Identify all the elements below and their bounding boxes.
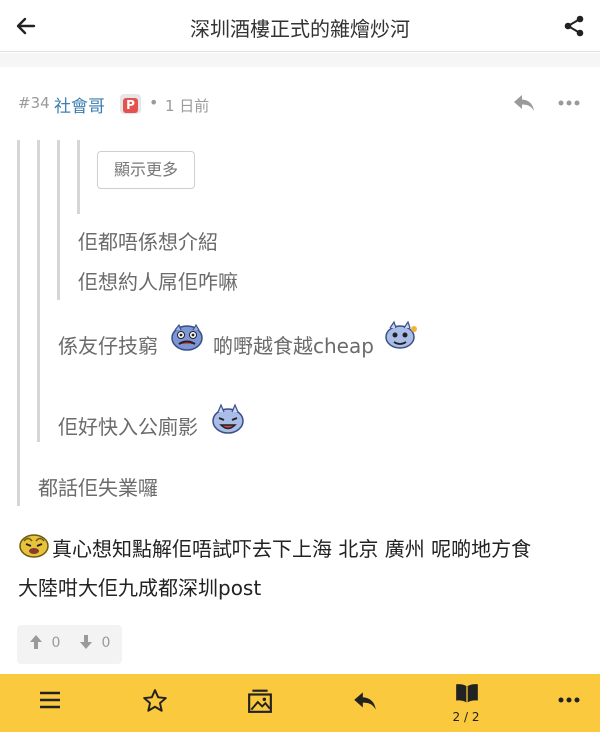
downvote-button[interactable]: 0: [79, 634, 110, 651]
downvote-count: 0: [101, 635, 111, 651]
quote-text-level3-line2: 佢想約人屌佢咋嘛: [78, 270, 238, 294]
more-options-button[interactable]: [556, 92, 582, 114]
share-button[interactable]: [560, 12, 588, 40]
arrow-down-icon: [80, 635, 92, 649]
quote-text-level3-line1: 佢都唔係想介紹: [78, 230, 218, 254]
post-number: #34: [18, 94, 50, 112]
page-title: 深圳酒樓正式的雜燴炒河: [190, 17, 410, 41]
post-time: 1 日前: [165, 97, 210, 115]
angry-face-emoticon-icon: [171, 323, 203, 351]
section-divider: [0, 53, 600, 67]
vote-bar: 0 0: [17, 625, 122, 664]
more-horizontal-icon: [558, 697, 580, 703]
upvote-count: 0: [51, 635, 61, 651]
top-bar: 深圳酒樓正式的雜燴炒河: [0, 0, 600, 52]
quote-text-level2-line2: 佢好快入公廁影: [58, 415, 198, 439]
quote-text-level2-line1b: 啲嘢越食越cheap: [213, 334, 374, 358]
quote-bar-level1: [17, 140, 20, 506]
quote-text-level1-line1: 都話佢失業囉: [38, 476, 158, 500]
share-icon: [564, 15, 584, 37]
images-icon: [248, 689, 272, 713]
badge-letter: P: [123, 98, 138, 113]
more-horizontal-icon: [558, 100, 580, 106]
quote-bar-level2: [37, 140, 40, 442]
dizzy-face-emoticon-icon: [19, 534, 49, 558]
quote-bar-level3: [57, 140, 60, 300]
arrow-left-icon: [16, 17, 36, 35]
page-indicator: 2 / 2: [452, 710, 480, 724]
menu-button[interactable]: [20, 674, 80, 732]
more-menu-button[interactable]: [539, 674, 599, 732]
page-selector-button[interactable]: 2 / 2: [436, 674, 496, 732]
author-name[interactable]: 社會哥: [54, 92, 105, 117]
arrow-up-icon: [30, 635, 42, 649]
reply-thread-button[interactable]: [333, 674, 393, 732]
upvote-button[interactable]: 0: [29, 634, 60, 651]
laughing-face-emoticon-icon: [212, 403, 244, 434]
image-mode-button[interactable]: [229, 674, 289, 732]
separator-dot: •: [149, 93, 159, 112]
open-book-icon: [456, 684, 478, 703]
dragon-face-emoticon-icon: [385, 320, 417, 349]
reply-icon: [514, 95, 534, 111]
star-outline-icon: [143, 689, 167, 712]
bottom-toolbar: 2 / 2: [0, 674, 600, 732]
show-more-button[interactable]: 顯示更多: [97, 151, 195, 189]
quote-bar-level4: [77, 140, 80, 214]
quote-text-level2-line1a: 係友仔技窮: [58, 334, 158, 358]
post-content-line1: 真心想知點解佢唔試吓去下上海 北京 廣州 呢啲地方食: [52, 537, 532, 561]
post-header: #34 社會哥 P • 1 日前: [0, 82, 600, 122]
back-button[interactable]: [12, 12, 40, 40]
reply-icon: [354, 692, 376, 710]
hamburger-menu-icon: [40, 691, 60, 709]
bookmark-button[interactable]: [124, 674, 184, 732]
post-content-line2: 大陸咁大佢九成都深圳post: [18, 576, 262, 600]
reply-button[interactable]: [511, 92, 537, 114]
user-badge: P: [120, 94, 141, 114]
